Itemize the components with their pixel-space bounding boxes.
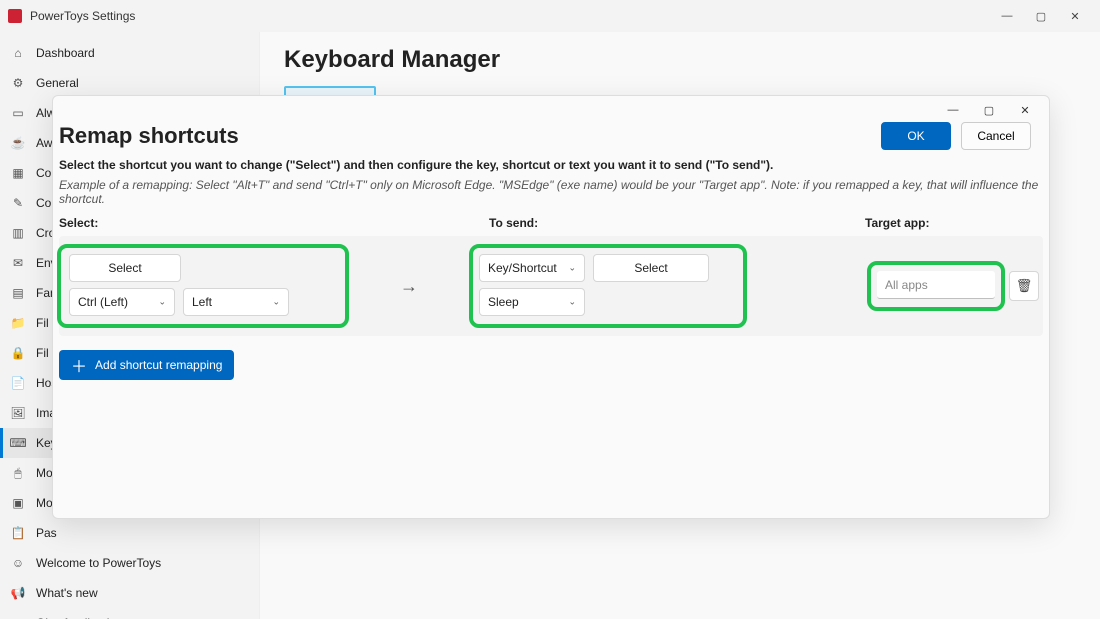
select-shortcut-button[interactable]: Select [69,254,181,282]
sidebar-item-label: What's new [36,586,98,600]
sidebar-icon: ✎ [10,195,26,211]
window-close-button[interactable]: ✕ [1058,2,1092,30]
delete-row-button[interactable]: 🗑 [1009,271,1039,301]
sidebar-icon: 📋 [10,525,26,541]
sidebar-icon: 📁 [10,315,26,331]
window-maximize-button[interactable]: ▢ [1024,2,1058,30]
plus-icon: ＋ [71,353,87,377]
remap-shortcuts-dialog: — ▢ ✕ Remap shortcuts OK Cancel Select t… [52,95,1050,519]
column-header-target: Target app: [865,216,1043,230]
dialog-minimize-button[interactable]: — [935,98,971,122]
sidebar-icon: 🖱 [10,465,26,481]
send-key-dropdown[interactable]: Sleep ⌄ [479,288,585,316]
select-key2-dropdown[interactable]: Left ⌄ [183,288,289,316]
sidebar-item-label: Pas [36,526,57,540]
sidebar-icon: ⌂ [10,45,26,61]
add-button-label: Add shortcut remapping [95,358,222,372]
sidebar-item-welcome-to-powertoys[interactable]: ☺ Welcome to PowerToys [0,548,259,578]
cancel-button[interactable]: Cancel [961,122,1031,150]
dialog-example: Example of a remapping: Select "Alt+T" a… [59,178,1043,206]
sidebar-icon: ▣ [10,495,26,511]
sidebar-item-label: Dashboard [36,46,95,60]
select-key2-value: Left [192,295,212,309]
send-key-value: Sleep [488,295,519,309]
window-minimize-button[interactable]: — [990,2,1024,30]
app-title: PowerToys Settings [30,9,990,23]
sidebar-item-label: Fil [36,316,49,330]
chevron-down-icon: ⌄ [158,297,166,308]
dialog-instruction: Select the shortcut you want to change (… [59,158,1043,172]
add-shortcut-remapping-button[interactable]: ＋ Add shortcut remapping [59,350,234,380]
remap-row: Select Ctrl (Left) ⌄ Left ⌄ [59,236,1043,336]
sidebar-item-label: Fil [36,346,49,360]
sidebar-icon: ⌨ [10,435,26,451]
sidebar-icon: ☕ [10,135,26,151]
titlebar: PowerToys Settings — ▢ ✕ [0,0,1100,32]
target-app-input[interactable]: All apps [877,271,995,299]
dialog-title: Remap shortcuts [59,123,239,149]
sidebar-icon: ✉ [10,255,26,271]
send-type-value: Key/Shortcut [488,261,557,275]
select-key1-dropdown[interactable]: Ctrl (Left) ⌄ [69,288,175,316]
sidebar-icon: ⚙ [10,75,26,91]
app-logo-icon [8,9,22,23]
sidebar-icon: ↪ [10,615,26,619]
send-select-button[interactable]: Select [593,254,709,282]
sidebar-icon: 📢 [10,585,26,601]
dialog-maximize-button[interactable]: ▢ [971,98,1007,122]
sidebar-icon: 🔒 [10,345,26,361]
sidebar-item-label: General [36,76,79,90]
ok-button[interactable]: OK [881,122,951,150]
sidebar-item-what-s-new[interactable]: 📢 What's new [0,578,259,608]
page-title: Keyboard Manager [284,46,1076,74]
sidebar-icon: ▦ [10,165,26,181]
target-app-placeholder: All apps [885,278,928,292]
dialog-close-button[interactable]: ✕ [1007,98,1043,122]
sidebar-item-give-feedback[interactable]: ↪Give feedback [0,608,259,619]
chevron-down-icon: ⌄ [272,297,280,308]
sidebar-item-dashboard[interactable]: ⌂ Dashboard [0,38,259,68]
column-header-tosend: To send: [489,216,865,230]
sidebar-item-general[interactable]: ⚙ General [0,68,259,98]
chevron-down-icon: ⌄ [568,263,576,274]
send-type-dropdown[interactable]: Key/Shortcut ⌄ [479,254,585,282]
sidebar-icon: 📄 [10,375,26,391]
column-header-select: Select: [59,216,489,230]
sidebar-icon: ☺ [10,555,26,571]
trash-icon: 🗑 [1016,278,1033,294]
sidebar-icon: ▭ [10,105,26,121]
sidebar-icon: ▤ [10,285,26,301]
sidebar-icon: 🖼 [10,405,26,421]
chevron-down-icon: ⌄ [568,297,576,308]
arrow-right-icon: → [400,276,418,297]
sidebar-icon: ▥ [10,225,26,241]
sidebar-item-paste-as-plain-text[interactable]: 📋 Pas [0,518,259,548]
select-key1-value: Ctrl (Left) [78,295,128,309]
sidebar-item-label: Welcome to PowerToys [36,556,161,570]
